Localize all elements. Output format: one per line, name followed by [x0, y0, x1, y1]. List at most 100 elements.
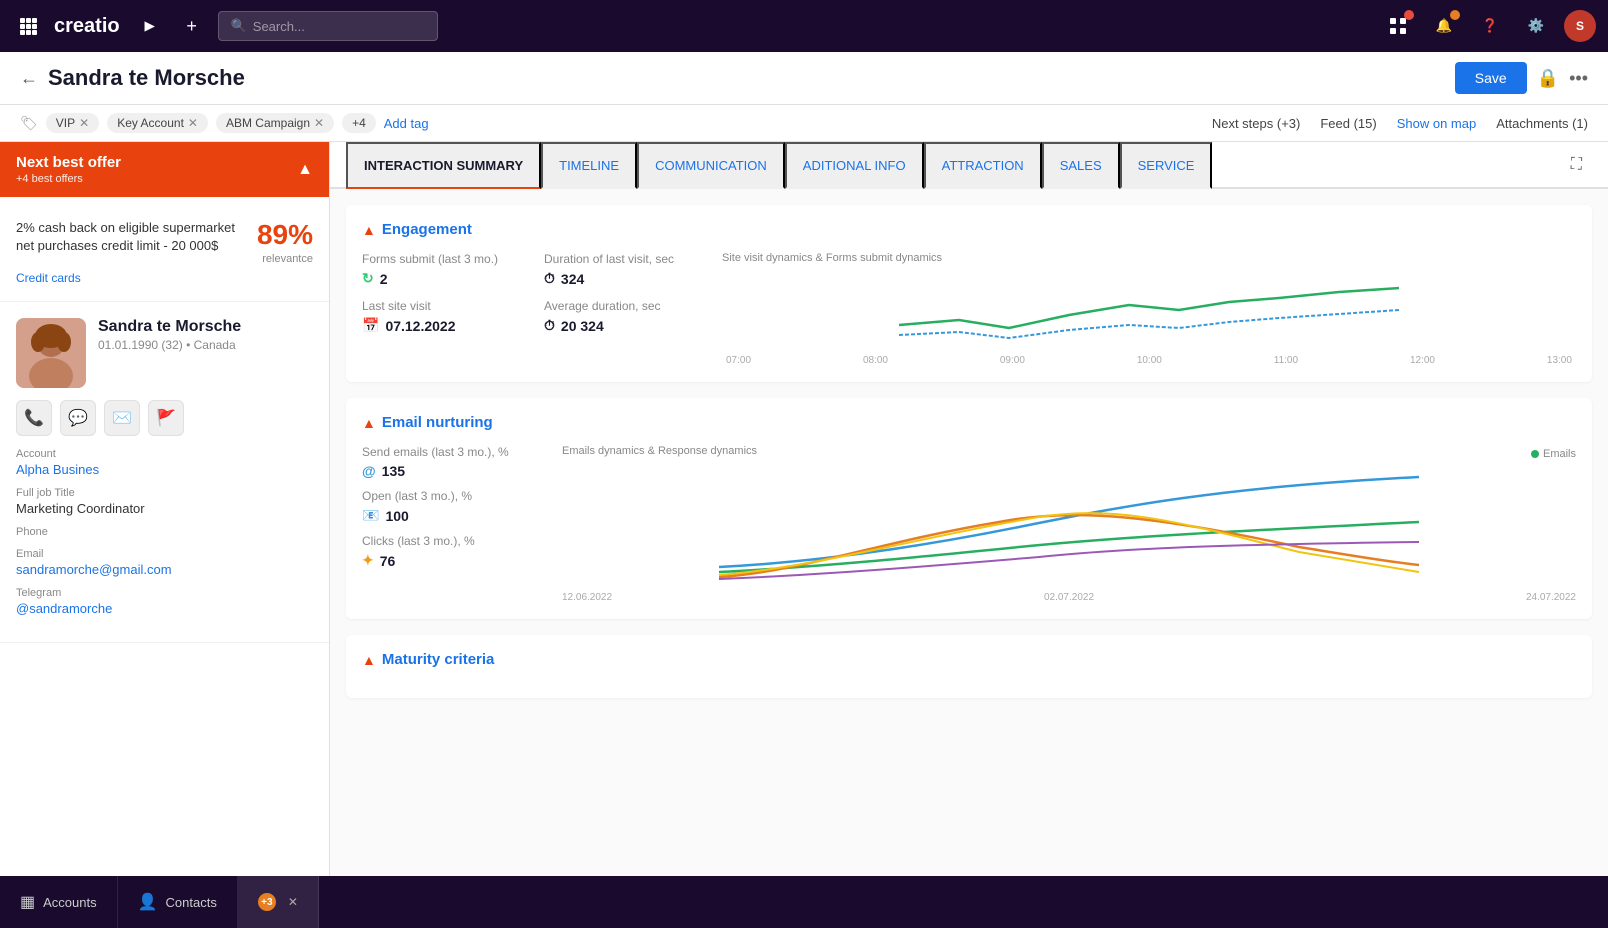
telegram-field: Telegram @sandramorche: [16, 587, 313, 616]
bottom-tab-contacts[interactable]: 👤 Contacts: [118, 876, 238, 928]
tags-row: 🏷 VIP ✕ Key Account ✕ ABM Campaign ✕ +4 …: [0, 105, 1608, 142]
add-button[interactable]: +: [176, 10, 208, 42]
maturity-title: ▲ Maturity criteria: [362, 651, 1576, 668]
apps-icon-button[interactable]: [1380, 8, 1416, 44]
offer-subtitle: +4 best offers: [16, 173, 121, 185]
logo: creatio: [54, 15, 120, 38]
contacts-icon: 👤: [138, 892, 158, 912]
tag-icon: 🏷: [20, 115, 38, 132]
engagement-chart: [722, 270, 1576, 350]
settings-button[interactable]: ⚙️: [1518, 8, 1554, 44]
telegram-value[interactable]: @sandramorche: [16, 601, 313, 616]
bottom-tab-plus3[interactable]: +3 ✕: [238, 876, 319, 928]
back-button[interactable]: ←: [20, 68, 38, 89]
play-button[interactable]: ▶: [134, 10, 166, 42]
offer-text: 2% cash back on eligible supermarket net…: [16, 219, 247, 255]
last-visit-value: 📅 07.12.2022: [362, 317, 520, 334]
email-metrics: Send emails (last 3 mo.), % @ 135 Open (…: [362, 445, 542, 603]
flag-button[interactable]: 🚩: [148, 400, 184, 436]
top-nav: creatio ▶ + 🔍 🔔 ❓ ⚙️ S: [0, 0, 1608, 52]
tag-abm-campaign-remove[interactable]: ✕: [314, 116, 324, 130]
duration-value: ⏱ 324: [544, 270, 702, 287]
email-nurturing-section: ▲ Email nurturing Send emails (last 3 mo…: [346, 398, 1592, 619]
apps-badge: [1404, 10, 1414, 20]
attachments-link[interactable]: Attachments (1): [1496, 116, 1588, 131]
engagement-chart-title: Site visit dynamics & Forms submit dynam…: [722, 252, 1576, 264]
profile-card: Sandra te Morsche 01.01.1990 (32) • Cana…: [0, 302, 329, 643]
bottom-tab-accounts[interactable]: ▦ Accounts: [0, 876, 118, 928]
email-button[interactable]: ✉️: [104, 400, 140, 436]
close-tab-button[interactable]: ✕: [288, 895, 298, 909]
chat-button[interactable]: 💬: [60, 400, 96, 436]
lock-button[interactable]: 🔒: [1537, 68, 1559, 89]
tab-attraction[interactable]: ATTRACTION: [924, 142, 1042, 189]
save-button[interactable]: Save: [1455, 62, 1527, 94]
engagement-section: ▲ Engagement Forms submit (last 3 mo.) ↻…: [346, 205, 1592, 382]
tab-interaction[interactable]: INTERACTION SUMMARY: [346, 142, 541, 189]
tag-vip: VIP ✕: [46, 113, 99, 133]
profile-fields: Account Alpha Busines Full job Title Mar…: [16, 448, 313, 616]
plus3-badge: +3: [258, 893, 276, 911]
email-nurturing-title: ▲ Email nurturing: [362, 414, 1576, 431]
offer-title: Next best offer: [16, 154, 121, 171]
job-field: Full job Title Marketing Coordinator: [16, 487, 313, 516]
email-value[interactable]: sandramorche@gmail.com: [16, 562, 313, 577]
email-chart: [562, 467, 1576, 587]
avg-duration-label: Average duration, sec: [544, 299, 702, 313]
account-value[interactable]: Alpha Busines: [16, 462, 313, 477]
apps-button[interactable]: [12, 10, 44, 42]
tab-additional[interactable]: ADITIONAL INFO: [785, 142, 924, 189]
top-links: Next steps (+3) Feed (15) Show on map At…: [1212, 116, 1588, 131]
relevance-label: relevantce: [257, 253, 313, 265]
maturity-section: ▲ Maturity criteria: [346, 635, 1592, 698]
last-visit-label: Last site visit: [362, 299, 520, 313]
email-arrow-icon: ▲: [362, 415, 376, 431]
search-icon: 🔍: [231, 18, 247, 34]
call-button[interactable]: 📞: [16, 400, 52, 436]
tab-sales[interactable]: SALES: [1042, 142, 1120, 189]
accounts-label: Accounts: [43, 895, 96, 910]
offer-link[interactable]: Credit cards: [16, 271, 81, 285]
engagement-title: ▲ Engagement: [362, 221, 1576, 238]
engagement-arrow-icon: ▲: [362, 222, 376, 238]
feed-link[interactable]: Feed (15): [1320, 116, 1376, 131]
tabs-row: INTERACTION SUMMARY TIMELINE COMMUNICATI…: [330, 142, 1608, 189]
search-input[interactable]: [253, 19, 425, 34]
email-legend: Emails: [1531, 448, 1576, 460]
offer-chevron-icon[interactable]: ▲: [297, 161, 313, 179]
page-title: Sandra te Morsche: [48, 65, 245, 91]
tab-communication[interactable]: COMMUNICATION: [637, 142, 785, 189]
account-field: Account Alpha Busines: [16, 448, 313, 477]
add-tag-button[interactable]: Add tag: [384, 116, 429, 131]
next-steps-link[interactable]: Next steps (+3): [1212, 116, 1301, 131]
tag-key-account: Key Account ✕: [107, 113, 208, 133]
fullscreen-button[interactable]: ⛶: [1561, 146, 1592, 184]
profile-name: Sandra te Morsche: [98, 318, 241, 336]
email-chart-title: Emails dynamics & Response dynamics: [562, 445, 757, 457]
main-layout: Next best offer +4 best offers ▲ 2% cash…: [0, 142, 1608, 876]
maturity-arrow-icon: ▲: [362, 652, 376, 668]
action-buttons: 📞 💬 ✉️ 🚩: [16, 400, 313, 436]
user-avatar[interactable]: S: [1564, 10, 1596, 42]
offer-detail: 2% cash back on eligible supermarket net…: [0, 197, 329, 302]
notifications-button[interactable]: 🔔: [1426, 8, 1462, 44]
email-field: Email sandramorche@gmail.com: [16, 548, 313, 577]
help-button[interactable]: ❓: [1472, 8, 1508, 44]
tag-vip-remove[interactable]: ✕: [79, 116, 89, 130]
left-panel: Next best offer +4 best offers ▲ 2% cash…: [0, 142, 330, 876]
search-bar[interactable]: 🔍: [218, 11, 438, 41]
right-panel: INTERACTION SUMMARY TIMELINE COMMUNICATI…: [330, 142, 1608, 876]
content-area: ▲ Engagement Forms submit (last 3 mo.) ↻…: [330, 189, 1608, 876]
accounts-icon: ▦: [20, 892, 35, 912]
engagement-time-labels: 07:0008:0009:0010:0011:0012:0013:00: [722, 355, 1576, 366]
tab-service[interactable]: SERVICE: [1120, 142, 1213, 189]
tag-more[interactable]: +4: [342, 113, 376, 133]
tab-timeline[interactable]: TIMELINE: [541, 142, 637, 189]
profile-meta: 01.01.1990 (32) • Canada: [98, 338, 241, 352]
more-button[interactable]: •••: [1569, 68, 1588, 89]
show-on-map-link[interactable]: Show on map: [1397, 116, 1477, 131]
email-chart-area: Emails dynamics & Response dynamics Emai…: [562, 445, 1576, 603]
profile-avatar: [16, 318, 86, 388]
tag-key-account-remove[interactable]: ✕: [188, 116, 198, 130]
email-date-labels: 12.06.2022 02.07.2022 24.07.2022: [562, 592, 1576, 603]
